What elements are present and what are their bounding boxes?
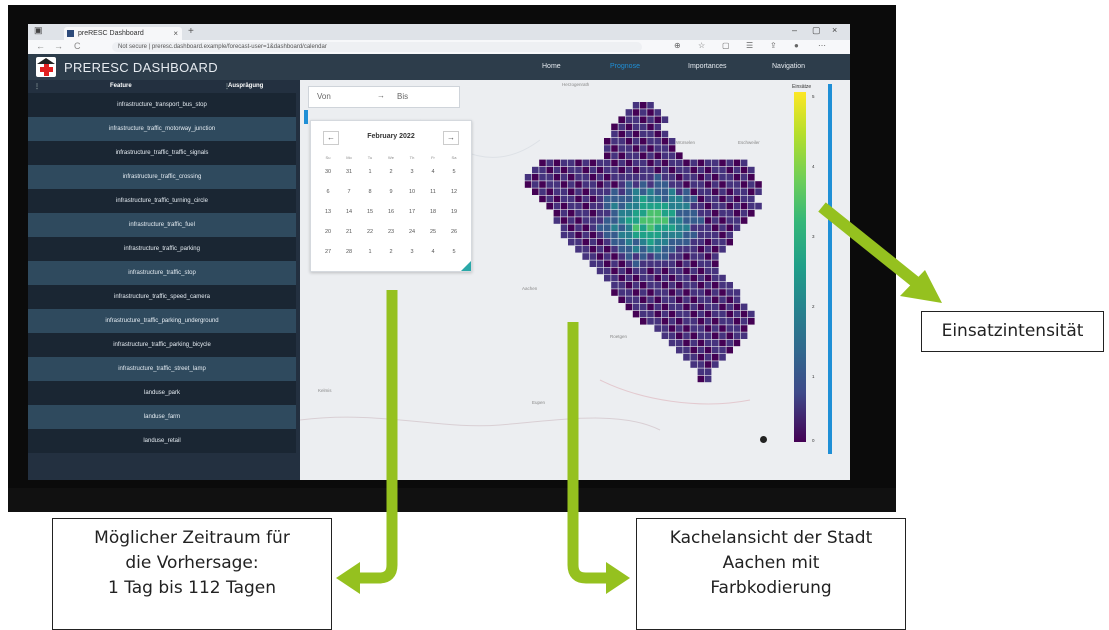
arrow-to-tiles bbox=[567, 322, 630, 594]
callout-tiles-line: Farbkodierung bbox=[710, 578, 832, 598]
callout-tiles-line: Aachen mit bbox=[722, 553, 820, 573]
callout-intensity: Einsatzintensität bbox=[921, 311, 1104, 352]
callout-forecast-period: Möglicher Zeitraum für die Vorhersage: 1… bbox=[52, 518, 332, 630]
arrow-to-intensity bbox=[818, 202, 942, 303]
callout-period-line: Möglicher Zeitraum für bbox=[94, 528, 290, 548]
arrow-to-period bbox=[336, 290, 398, 594]
callout-tile-view: Kachelansicht der Stadt Aachen mit Farbk… bbox=[636, 518, 906, 630]
callout-period-line: 1 Tag bis 112 Tagen bbox=[107, 578, 277, 598]
callout-tiles-line: Kachelansicht der Stadt bbox=[669, 528, 873, 548]
callout-period-line: die Vorhersage: bbox=[125, 553, 259, 573]
callout-intensity-text: Einsatzintensität bbox=[941, 321, 1084, 341]
